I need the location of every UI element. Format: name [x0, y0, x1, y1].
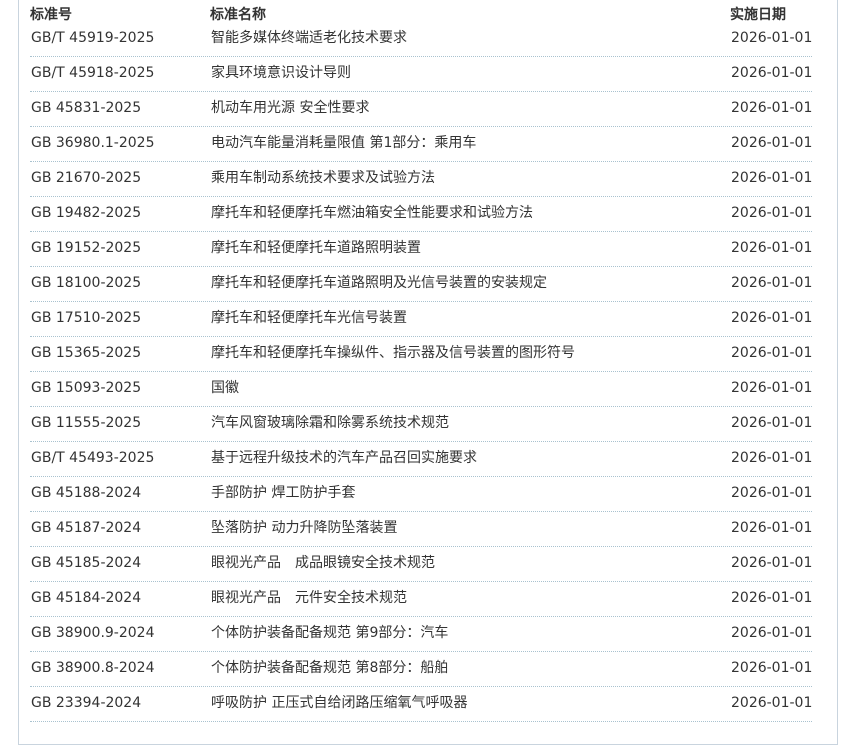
standard-name-link[interactable]: 国徽 — [211, 380, 239, 397]
effective-date: 2026-01-01 — [731, 275, 813, 291]
standard-code[interactable]: GB 15093-2025 — [31, 380, 141, 397]
effective-date: 2026-01-01 — [731, 30, 813, 46]
standard-name-link[interactable]: 摩托车和轻便摩托车燃油箱安全性能要求和试验方法 — [211, 205, 533, 222]
standard-name-link[interactable]: 坠落防护 动力升降防坠落装置 — [211, 520, 397, 537]
table-row: GB/T 45919-2025 智能多媒体终端适老化技术要求 2026-01-01 — [30, 22, 812, 57]
header-date: 实施日期 — [730, 7, 786, 23]
effective-date: 2026-01-01 — [731, 205, 813, 221]
table-header: 标准号 标准名称 实施日期 — [30, 0, 812, 23]
standard-code[interactable]: GB 23394-2024 — [31, 695, 141, 712]
standard-code[interactable]: GB 38900.8-2024 — [31, 660, 154, 677]
table-row: GB 18100-2025 摩托车和轻便摩托车道路照明及光信号装置的安装规定 202… — [30, 267, 812, 302]
standard-code[interactable]: GB 45831-2025 — [31, 100, 141, 117]
effective-date: 2026-01-01 — [731, 520, 813, 536]
effective-date: 2026-01-01 — [731, 555, 813, 571]
table-row: GB 19482-2025 摩托车和轻便摩托车燃油箱安全性能要求和试验方法 2026… — [30, 197, 812, 232]
standard-name-link[interactable]: 智能多媒体终端适老化技术要求 — [211, 30, 407, 47]
standard-code[interactable]: GB 19152-2025 — [31, 240, 141, 257]
effective-date: 2026-01-01 — [731, 450, 813, 466]
table-row: GB 15093-2025 国徽 2026-01-01 — [30, 372, 812, 407]
effective-date: 2026-01-01 — [731, 65, 813, 81]
standard-code[interactable]: GB 11555-2025 — [31, 415, 141, 432]
standard-name-link[interactable]: 个体防护装备配备规范 第9部分：汽车 — [211, 625, 448, 642]
effective-date: 2026-01-01 — [731, 240, 813, 256]
effective-date: 2026-01-01 — [731, 380, 813, 396]
standard-name-link[interactable]: 摩托车和轻便摩托车道路照明及光信号装置的安装规定 — [211, 275, 547, 292]
standard-name-link[interactable]: 个体防护装备配备规范 第8部分：船舶 — [211, 660, 448, 677]
standard-name-link[interactable]: 摩托车和轻便摩托车操纵件、指示器及信号装置的图形符号 — [211, 345, 575, 362]
standard-name-link[interactable]: 乘用车制动系统技术要求及试验方法 — [211, 170, 435, 187]
effective-date: 2026-01-01 — [731, 485, 813, 501]
standard-code[interactable]: GB 21670-2025 — [31, 170, 141, 187]
standard-code[interactable]: GB 18100-2025 — [31, 275, 141, 292]
standard-name-link[interactable]: 眼视光产品 成品眼镜安全技术规范 — [211, 555, 435, 572]
standard-name-link[interactable]: 摩托车和轻便摩托车光信号装置 — [211, 310, 407, 327]
table-row: GB 36980.1-2025 电动汽车能量消耗量限值 第1部分：乘用车 2026-… — [30, 127, 812, 162]
standard-code[interactable]: GB 38900.9-2024 — [31, 625, 154, 642]
standard-name-link[interactable]: 摩托车和轻便摩托车道路照明装置 — [211, 240, 421, 257]
table-row: GB 38900.9-2024 个体防护装备配备规范 第9部分：汽车 2026-01… — [30, 617, 812, 652]
standards-table: 标准号 标准名称 实施日期 GB/T 45919-2025 智能多媒体终端适老化技… — [30, 0, 812, 722]
standard-code[interactable]: GB/T 45919-2025 — [31, 30, 154, 47]
table-row: GB 45831-2025 机动车用光源 安全性要求 2026-01-01 — [30, 92, 812, 127]
standard-code[interactable]: GB 45187-2024 — [31, 520, 141, 537]
table-row: GB 21670-2025 乘用车制动系统技术要求及试验方法 2026-01-01 — [30, 162, 812, 197]
effective-date: 2026-01-01 — [731, 695, 813, 711]
effective-date: 2026-01-01 — [731, 135, 813, 151]
effective-date: 2026-01-01 — [731, 345, 813, 361]
header-code: 标准号 — [30, 7, 72, 23]
standard-name-link[interactable]: 眼视光产品 元件安全技术规范 — [211, 590, 407, 607]
standard-name-link[interactable]: 电动汽车能量消耗量限值 第1部分：乘用车 — [211, 135, 476, 152]
effective-date: 2026-01-01 — [731, 415, 813, 431]
table-row: GB 45184-2024 眼视光产品 元件安全技术规范 2026-01-01 — [30, 582, 812, 617]
standard-name-link[interactable]: 家具环境意识设计导则 — [211, 65, 351, 82]
standard-name-link[interactable]: 呼吸防护 正压式自给闭路压缩氧气呼吸器 — [211, 695, 467, 712]
standard-code[interactable]: GB 15365-2025 — [31, 345, 141, 362]
standard-code[interactable]: GB 19482-2025 — [31, 205, 141, 222]
standard-code[interactable]: GB 45184-2024 — [31, 590, 141, 607]
table-row: GB 17510-2025 摩托车和轻便摩托车光信号装置 2026-01-01 — [30, 302, 812, 337]
header-name: 标准名称 — [210, 7, 266, 23]
standard-name-link[interactable]: 机动车用光源 安全性要求 — [211, 100, 369, 117]
table-row: GB 45187-2024 坠落防护 动力升降防坠落装置 2026-01-01 — [30, 512, 812, 547]
table-row: GB 38900.8-2024 个体防护装备配备规范 第8部分：船舶 2026-01… — [30, 652, 812, 687]
standard-name-link[interactable]: 手部防护 焊工防护手套 — [211, 485, 355, 502]
table-row: GB 11555-2025 汽车风窗玻璃除霜和除雾系统技术规范 2026-01-01 — [30, 407, 812, 442]
table-row: GB 45185-2024 眼视光产品 成品眼镜安全技术规范 2026-01-01 — [30, 547, 812, 582]
table-row: GB 15365-2025 摩托车和轻便摩托车操纵件、指示器及信号装置的图形符号 2… — [30, 337, 812, 372]
table-body: GB/T 45919-2025 智能多媒体终端适老化技术要求 2026-01-01 G… — [30, 22, 812, 722]
standard-code[interactable]: GB 45188-2024 — [31, 485, 141, 502]
standard-name-link[interactable]: 汽车风窗玻璃除霜和除雾系统技术规范 — [211, 415, 449, 432]
standard-code[interactable]: GB/T 45918-2025 — [31, 65, 154, 82]
table-row: GB/T 45918-2025 家具环境意识设计导则 2026-01-01 — [30, 57, 812, 92]
effective-date: 2026-01-01 — [731, 660, 813, 676]
effective-date: 2026-01-01 — [731, 590, 813, 606]
effective-date: 2026-01-01 — [731, 100, 813, 116]
standard-code[interactable]: GB/T 45493-2025 — [31, 450, 154, 467]
standard-name-link[interactable]: 基于远程升级技术的汽车产品召回实施要求 — [211, 450, 477, 467]
standard-code[interactable]: GB 36980.1-2025 — [31, 135, 154, 152]
standard-code[interactable]: GB 17510-2025 — [31, 310, 141, 327]
effective-date: 2026-01-01 — [731, 170, 813, 186]
table-row: GB 45188-2024 手部防护 焊工防护手套 2026-01-01 — [30, 477, 812, 512]
standard-code[interactable]: GB 45185-2024 — [31, 555, 141, 572]
table-row: GB 19152-2025 摩托车和轻便摩托车道路照明装置 2026-01-01 — [30, 232, 812, 267]
table-row: GB/T 45493-2025 基于远程升级技术的汽车产品召回实施要求 2026-0… — [30, 442, 812, 477]
effective-date: 2026-01-01 — [731, 625, 813, 641]
effective-date: 2026-01-01 — [731, 310, 813, 326]
table-row: GB 23394-2024 呼吸防护 正压式自给闭路压缩氧气呼吸器 2026-01-… — [30, 687, 812, 722]
